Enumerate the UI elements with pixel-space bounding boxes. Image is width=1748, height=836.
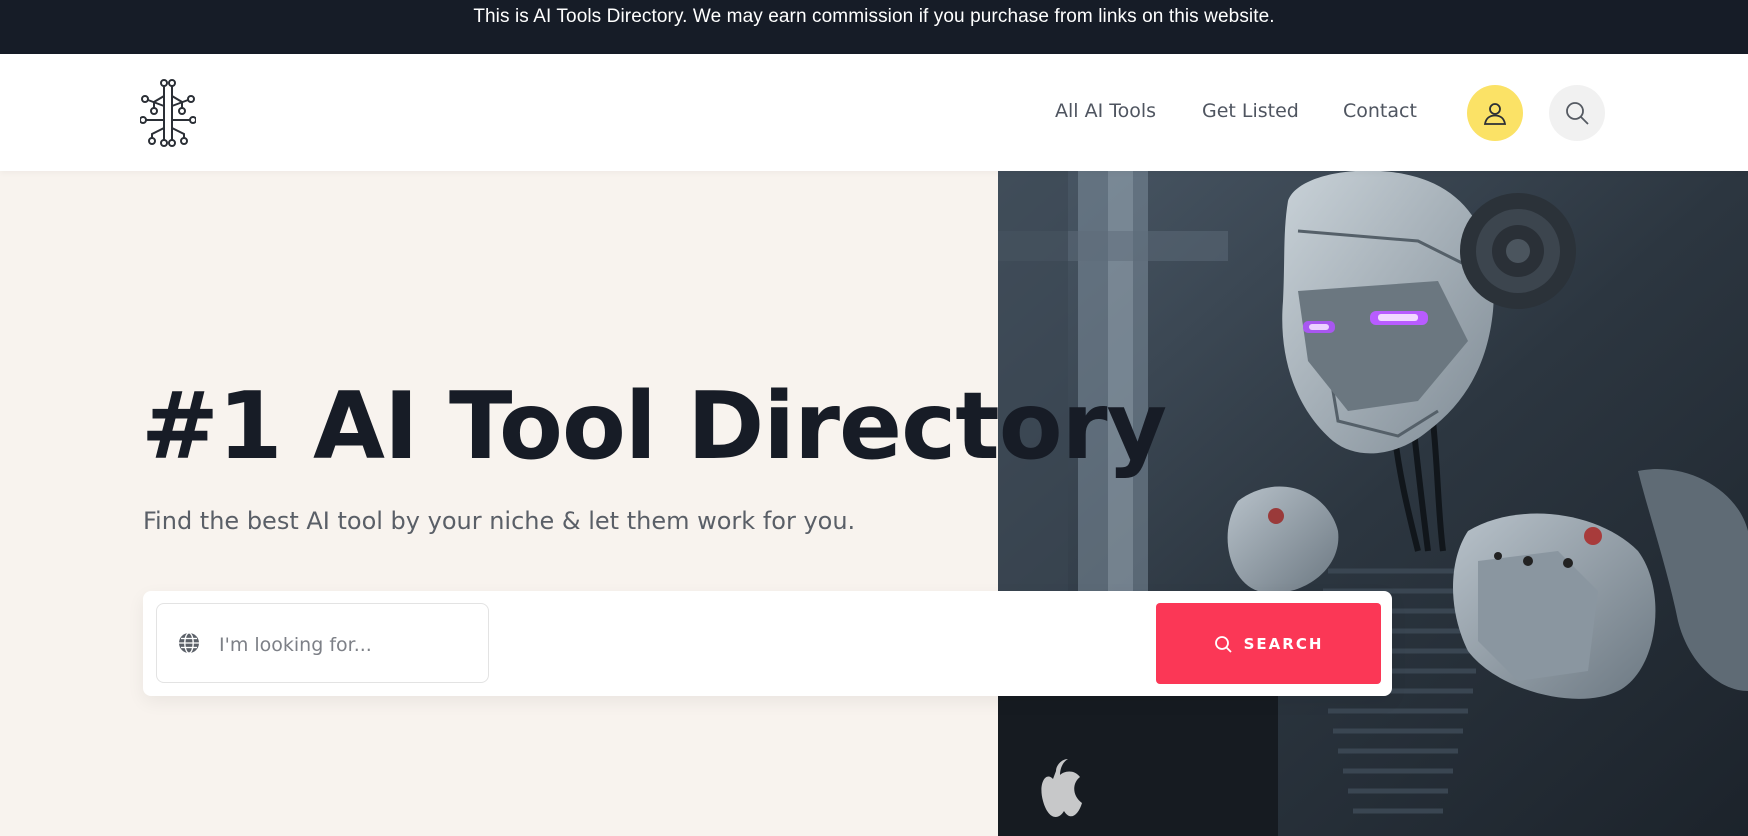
search-button[interactable]: SEARCH — [1156, 603, 1381, 684]
search-icon — [1214, 635, 1232, 653]
user-icon — [1483, 103, 1507, 125]
nav-contact[interactable]: Contact — [1343, 100, 1417, 122]
search-card: SEARCH — [143, 591, 1392, 696]
announcement-bar: This is AI Tools Directory. We may earn … — [0, 0, 1748, 54]
nav-all-ai-tools[interactable]: All AI Tools — [1055, 100, 1156, 122]
site-header: All AI Tools Get Listed Contact — [0, 54, 1748, 171]
circuit-logo-icon[interactable] — [139, 78, 197, 148]
nav-get-listed[interactable]: Get Listed — [1202, 100, 1299, 122]
hero-title: #1 AI Tool Directory — [141, 372, 1167, 480]
user-account-button[interactable] — [1467, 85, 1523, 141]
hero-subtitle: Find the best AI tool by your niche & le… — [143, 507, 856, 535]
search-field[interactable] — [156, 603, 489, 683]
search-icon — [1566, 102, 1589, 125]
header-search-button[interactable] — [1549, 85, 1605, 141]
globe-icon — [179, 632, 199, 654]
search-button-label: SEARCH — [1243, 634, 1324, 653]
hero-background — [0, 171, 998, 836]
robot-hero-image — [998, 171, 1748, 836]
search-input[interactable] — [217, 626, 481, 664]
announcement-text: This is AI Tools Directory. We may earn … — [473, 6, 1275, 27]
